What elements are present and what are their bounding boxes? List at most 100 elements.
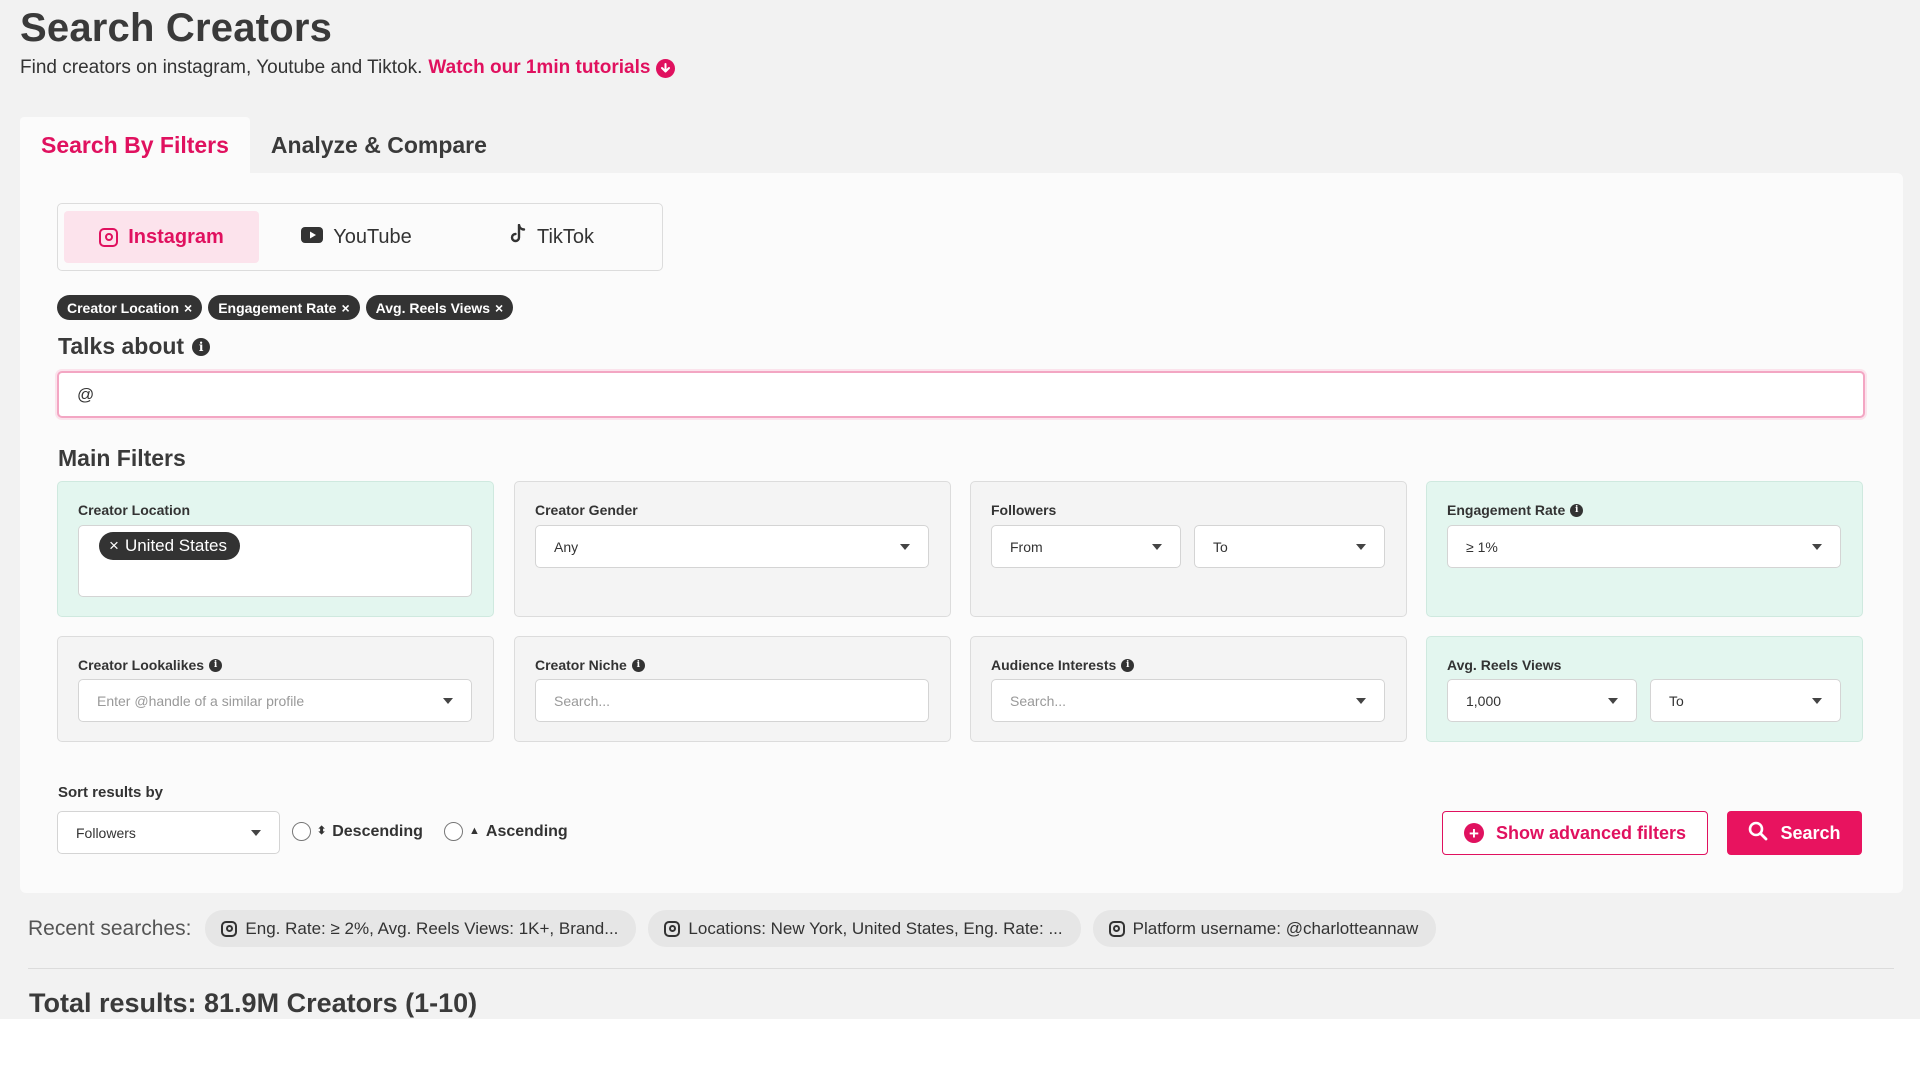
engagement-rate-select[interactable]: ≥ 1% [1447,525,1841,568]
creator-lookalikes-label: Creator Lookalikes i [78,657,223,673]
active-filter-chips: Creator Location × Engagement Rate × Avg… [57,295,514,320]
info-icon[interactable]: i [209,658,223,672]
recent-searches-label: Recent searches: [28,916,192,940]
card-label-text: Audience Interests [991,657,1117,673]
main-filters-heading: Main Filters [58,445,186,471]
instagram-icon [99,227,119,247]
close-icon[interactable]: × [184,300,192,316]
recent-search-chip[interactable]: Eng. Rate: ≥ 2%, Avg. Reels Views: 1K+, … [205,910,637,947]
chevron-down-icon [1356,697,1366,704]
creator-lookalikes-card: Creator Lookalikes i Enter @handle of a … [57,636,494,742]
sort-up-icon: ▲ [469,825,480,837]
select-value: ≥ 1% [1466,538,1498,555]
info-icon[interactable]: i [1121,658,1135,672]
close-icon[interactable]: × [495,300,503,316]
tiktok-icon [509,223,527,250]
search-button[interactable]: Search [1727,811,1862,855]
audience-interests-label: Audience Interests i [991,657,1135,673]
card-label-text: Followers [991,502,1057,518]
total-results: Total results: 81.9M Creators (1-10) [29,988,478,1018]
filter-chip[interactable]: Engagement Rate × [208,295,360,320]
remove-tag-icon[interactable]: × [109,536,119,556]
select-placeholder: Enter @handle of a similar profile [97,692,305,709]
ascending-radio[interactable] [444,822,463,841]
select-value: To [1669,692,1684,709]
creator-niche-card: Creator Niche i Search... [514,636,951,742]
platform-tab-youtube[interactable]: YouTube [259,211,454,263]
chevron-down-icon [1812,543,1822,550]
filter-chip[interactable]: Avg. Reels Views × [365,295,514,320]
recent-search-text: Locations: New York, United States, Eng.… [688,918,1063,938]
creator-gender-select[interactable]: Any [535,525,929,568]
recent-search-chip[interactable]: Locations: New York, United States, Eng.… [648,910,1081,947]
search-mode-tabs: Search By Filters Analyze & Compare [20,117,508,173]
select-value: Followers [76,824,136,841]
info-icon[interactable]: i [631,658,645,672]
instagram-icon [664,920,681,937]
platform-tab-instagram[interactable]: Instagram [64,211,259,263]
youtube-icon [301,226,324,249]
filter-chip[interactable]: Creator Location × [57,295,203,320]
location-tag-label: United States [124,536,227,555]
chevron-down-icon [251,829,261,836]
filter-chip-label: Engagement Rate [218,299,337,316]
followers-from-select[interactable]: From [991,525,1181,568]
talks-about-input[interactable] [57,371,1865,418]
radio-label: Descending [332,822,423,840]
divider [28,968,1894,969]
creator-niche-label: Creator Niche i [535,657,645,673]
avg-reels-views-card: Avg. Reels Views 1,000 To [1426,636,1863,742]
sort-label: Sort results by [58,784,164,801]
card-label-text: Creator Niche [535,657,627,673]
creator-niche-search[interactable]: Search... [535,679,929,722]
creator-lookalikes-select[interactable]: Enter @handle of a similar profile [78,679,472,722]
tutorial-link[interactable]: Watch our 1min tutorials [428,57,676,79]
instagram-icon [221,920,238,937]
close-icon[interactable]: × [341,300,349,316]
engagement-rate-card: Engagement Rate i ≥ 1% [1426,481,1863,617]
audience-interests-select[interactable]: Search... [991,679,1385,722]
select-value: To [1213,538,1228,555]
platform-label: Instagram [128,225,224,248]
sort-arrows-icon: ⬍ [317,825,327,837]
sort-descending-option[interactable]: ⬍ Descending [292,822,423,841]
radio-label: Ascending [485,822,568,840]
avg-reels-views-from-select[interactable]: 1,000 [1447,679,1637,722]
descending-radio[interactable] [292,822,311,841]
platform-label: TikTok [536,225,595,248]
creator-location-label: Creator Location [78,502,190,518]
sort-ascending-option[interactable]: ▲ Ascending [444,822,568,841]
followers-to-select[interactable]: To [1194,525,1385,568]
card-label-text: Creator Location [78,502,191,518]
platform-tab-tiktok[interactable]: TikTok [454,211,649,263]
chevron-down-icon [1356,543,1366,550]
platform-selector: Instagram YouTube TikTok [57,203,663,271]
card-label-text: Avg. Reels Views [1447,657,1562,673]
subtitle-text: Find creators on instagram, Youtube and … [20,57,423,78]
select-value: Any [554,538,579,555]
avg-reels-views-to-select[interactable]: To [1650,679,1841,722]
select-value: From [1010,538,1043,555]
page-subtitle: Find creators on instagram, Youtube and … [20,57,676,79]
button-label: Search [1780,822,1841,843]
recent-searches: Recent searches: Eng. Rate: ≥ 2%, Avg. R… [28,910,1437,947]
filters-panel: Instagram YouTube TikTok Creator Locatio… [20,173,1903,893]
card-label-text: Engagement Rate [1447,502,1566,518]
page-title: Search Creators [20,6,333,50]
card-label-text: Creator Lookalikes [78,657,205,673]
tab-analyze-compare[interactable]: Analyze & Compare [250,117,508,173]
show-advanced-filters-button[interactable]: + Show advanced filters [1442,811,1708,855]
tab-search-by-filters[interactable]: Search By Filters [20,117,250,173]
button-label: Show advanced filters [1495,822,1687,843]
creator-location-input[interactable]: × United States [78,525,472,597]
recent-search-text: Eng. Rate: ≥ 2%, Avg. Reels Views: 1K+, … [245,918,619,938]
info-icon[interactable]: i [1570,503,1584,517]
avg-reels-views-label: Avg. Reels Views [1447,657,1561,673]
chevron-down-icon [900,543,910,550]
sort-select[interactable]: Followers [57,811,280,854]
info-icon[interactable]: i [192,337,211,356]
recent-search-chip[interactable]: Platform username: @charlotteannaw [1092,910,1437,947]
select-value: 1,000 [1466,692,1502,709]
chevron-down-icon [443,697,453,704]
instagram-icon [1108,920,1125,937]
